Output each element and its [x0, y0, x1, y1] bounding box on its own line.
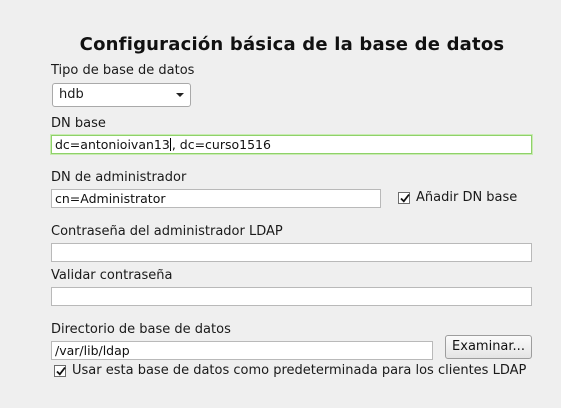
- default-db-label: Usar esta base de datos como predetermin…: [72, 363, 527, 378]
- db-type-value: hdb: [59, 87, 84, 102]
- ldap-database-config-page: Configuración básica de la base de datos…: [0, 0, 561, 408]
- admin-dn-value: cn=Administrator: [55, 191, 166, 206]
- checkmark-icon: [56, 366, 66, 376]
- db-directory-label: Directorio de base de datos: [51, 322, 231, 337]
- browse-button[interactable]: Examinar...: [445, 335, 532, 359]
- admin-password-label: Contraseña del administrador LDAP: [51, 224, 283, 239]
- checkmark-icon: [400, 193, 410, 203]
- append-base-dn-checkbox-row[interactable]: Añadir DN base: [398, 190, 517, 205]
- chevron-down-icon: [176, 93, 184, 97]
- confirm-password-input[interactable]: [51, 287, 532, 306]
- db-type-select[interactable]: hdb: [52, 83, 191, 107]
- append-base-dn-checkbox[interactable]: [398, 191, 410, 204]
- base-dn-value-start: dc=antonioivan13: [55, 137, 170, 152]
- base-dn-input[interactable]: dc=antonioivan13, dc=curso1516: [51, 135, 532, 154]
- db-directory-value: /var/lib/ldap: [55, 343, 130, 358]
- admin-password-input[interactable]: [51, 243, 532, 262]
- admin-dn-input[interactable]: cn=Administrator: [51, 189, 381, 208]
- db-directory-input[interactable]: /var/lib/ldap: [51, 341, 433, 360]
- db-type-label: Tipo de base de datos: [51, 63, 195, 78]
- append-base-dn-label: Añadir DN base: [416, 190, 518, 205]
- page-title: Configuración básica de la base de datos: [79, 34, 505, 55]
- default-db-checkbox-row[interactable]: Usar esta base de datos como predetermin…: [54, 363, 526, 378]
- base-dn-value-end: , dc=curso1516: [171, 137, 271, 152]
- default-db-checkbox[interactable]: [54, 364, 66, 377]
- base-dn-label: DN base: [51, 116, 106, 131]
- admin-dn-label: DN de administrador: [51, 170, 187, 185]
- confirm-password-label: Validar contraseña: [51, 268, 173, 283]
